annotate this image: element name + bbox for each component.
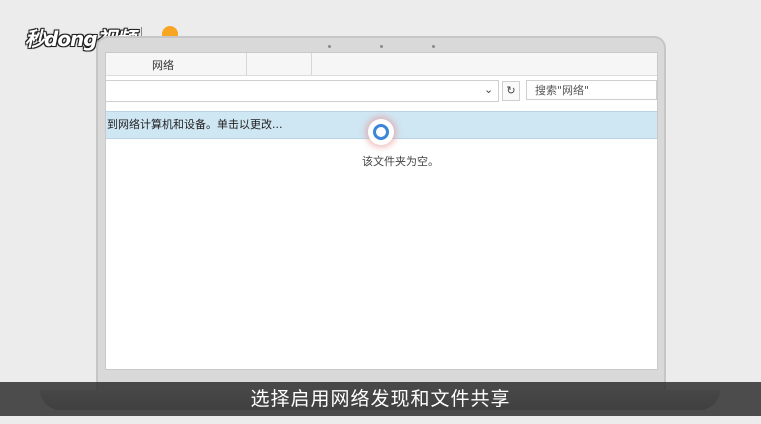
loading-spinner-icon	[368, 119, 394, 145]
address-bar-row: ⌄ ↻ 搜索"网络"	[106, 80, 657, 104]
camera-dot-icon	[380, 45, 383, 48]
toolbar-header: 网络	[106, 53, 657, 76]
explorer-window: 网络 ⌄ ↻ 搜索"网络" 到网络计算机和设备。单击以更改... 该文件夹为空。	[105, 52, 658, 370]
tab-network[interactable]: 网络	[152, 57, 174, 73]
subtitle-text: 选择启用网络发现和文件共享	[250, 388, 511, 410]
search-input[interactable]: 搜索"网络"	[526, 80, 657, 100]
tab-divider	[311, 53, 312, 75]
subtitle-bar: 选择启用网络发现和文件共享	[0, 382, 761, 416]
chevron-down-icon[interactable]: ⌄	[484, 83, 493, 96]
camera-dot-icon	[432, 45, 435, 48]
refresh-icon[interactable]: ↻	[502, 81, 520, 101]
address-input[interactable]	[106, 80, 499, 102]
camera-dot-icon	[328, 45, 331, 48]
empty-folder-message: 该文件夹为空。	[362, 155, 439, 168]
tab-divider	[246, 53, 247, 75]
infobar-text: 到网络计算机和设备。单击以更改...	[107, 118, 283, 131]
